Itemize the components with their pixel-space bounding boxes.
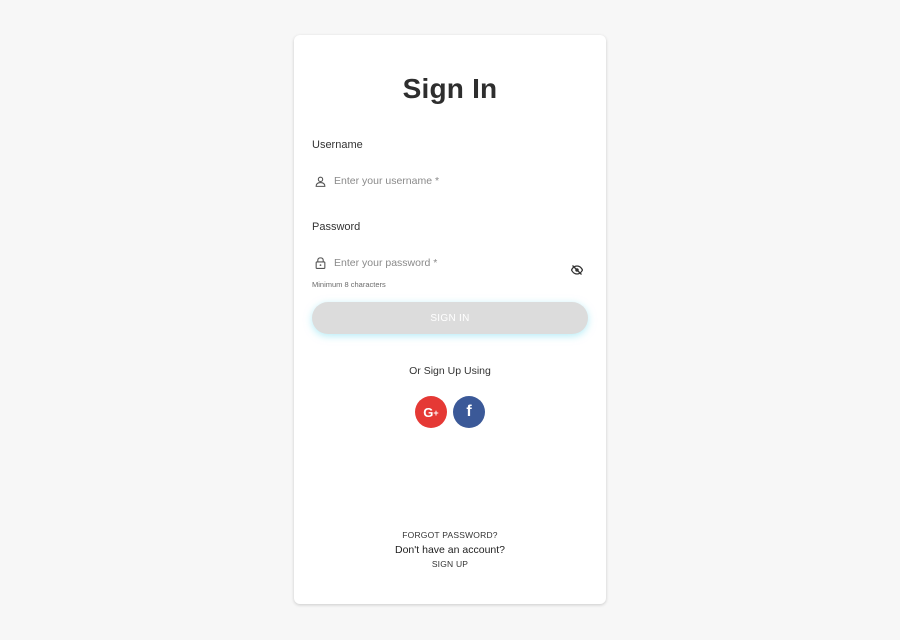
google-plus-icon: G+: [423, 404, 439, 420]
no-account-text: Don't have an account?: [395, 544, 505, 556]
page-title: Sign In: [402, 73, 498, 104]
password-hint: Minimum 8 characters: [312, 280, 386, 289]
social-prompt: Or Sign Up Using: [409, 365, 491, 377]
social-buttons: G+ f: [294, 396, 606, 428]
username-input[interactable]: [334, 175, 588, 187]
password-field[interactable]: [312, 251, 588, 275]
facebook-button[interactable]: f: [453, 396, 485, 428]
username-field[interactable]: [312, 169, 588, 193]
password-input[interactable]: [334, 257, 588, 269]
lock-icon: [312, 255, 328, 271]
sign-in-button[interactable]: SIGN IN: [312, 302, 588, 334]
password-label: Password: [312, 221, 361, 233]
eye-off-icon[interactable]: [570, 264, 584, 276]
google-plus-button[interactable]: G+: [415, 396, 447, 428]
sign-up-link[interactable]: SIGN UP: [294, 559, 606, 569]
facebook-icon: f: [466, 403, 472, 420]
username-label: Username: [312, 139, 363, 151]
sign-in-card: Sign In Username Password Minimum 8 ch: [294, 35, 606, 604]
forgot-password-link[interactable]: FORGOT PASSWORD?: [294, 530, 606, 540]
user-icon: [312, 173, 328, 189]
